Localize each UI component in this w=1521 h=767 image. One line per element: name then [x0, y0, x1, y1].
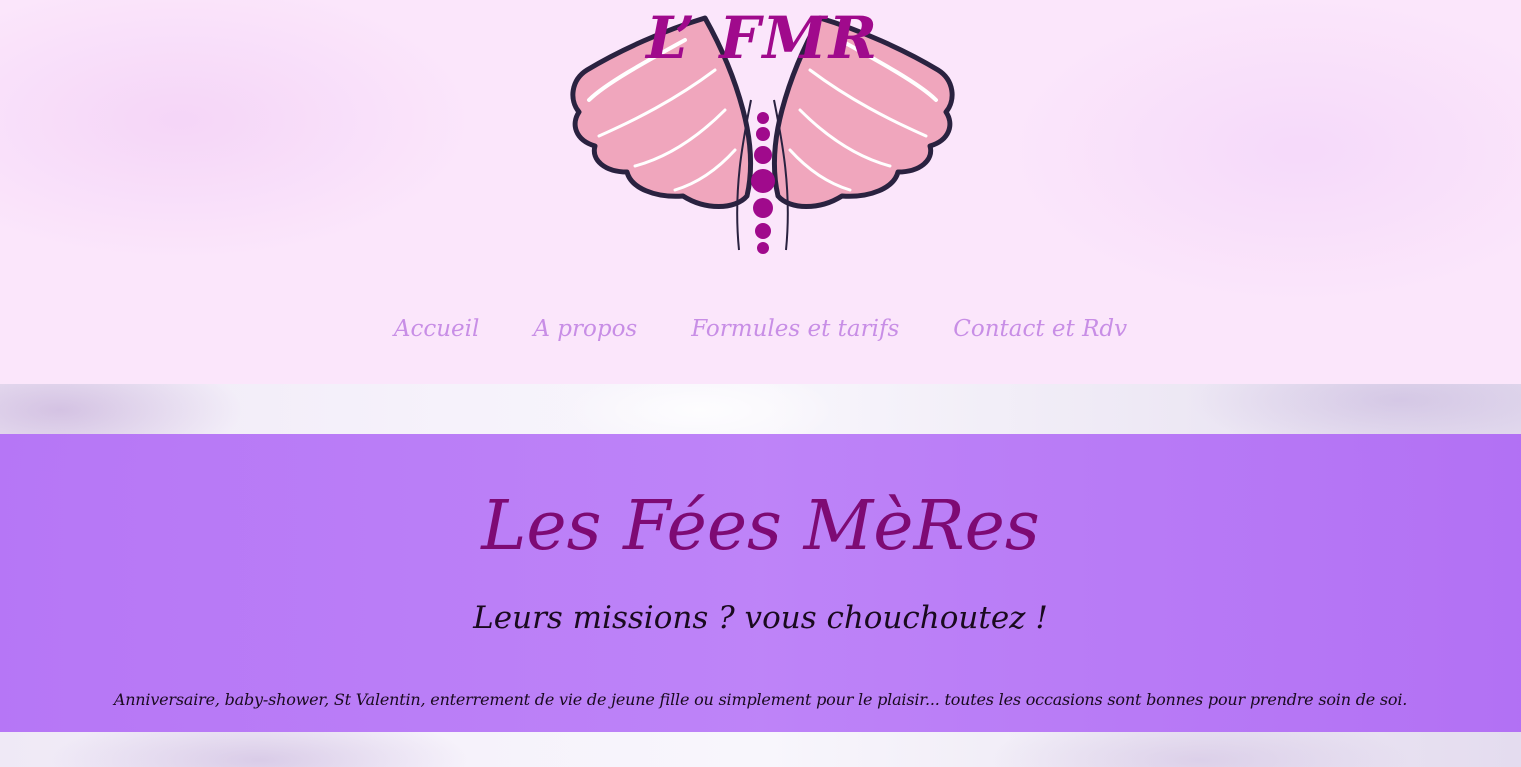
logo-wordmark: L’ FMR	[646, 4, 879, 72]
main-navigation: Accueil A propos Formules et tarifs Cont…	[0, 306, 1521, 352]
nav-item-a-propos[interactable]: A propos	[533, 316, 637, 342]
nav-item-formules-et-tarifs[interactable]: Formules et tarifs	[691, 316, 899, 342]
hero-subtitle: Leurs missions ? vous chouchoutez !	[473, 600, 1048, 636]
hero-description: Anniversaire, baby-shower, St Valentin, …	[113, 690, 1408, 709]
hero-title: Les Fées MèRes	[481, 487, 1040, 566]
nav-item-contact-et-rdv[interactable]: Contact et Rdv	[953, 316, 1127, 342]
site-header: L’ FMR Accueil A propos Formules et tari…	[0, 0, 1521, 384]
site-logo[interactable]: L’ FMR	[565, 0, 960, 262]
nav-item-accueil[interactable]: Accueil	[394, 316, 480, 342]
